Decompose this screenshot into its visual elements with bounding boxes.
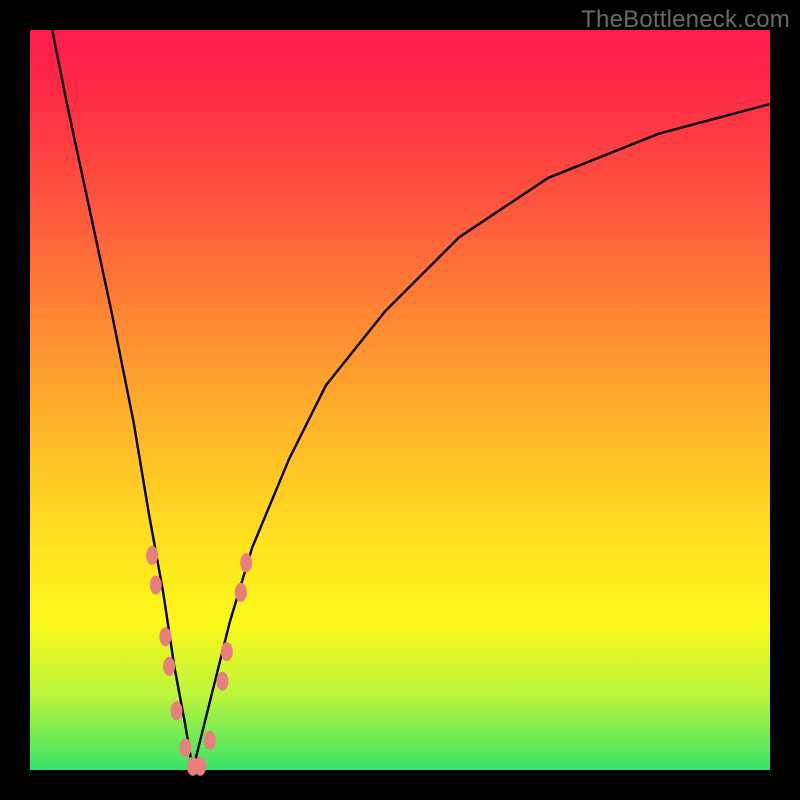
bottleneck-curve [52, 30, 770, 770]
curve-svg [30, 30, 770, 770]
pink-bead [159, 627, 171, 646]
pink-bead [235, 583, 247, 602]
pink-bead [216, 672, 228, 691]
curve-layer [52, 30, 770, 770]
pink-bead [194, 757, 206, 776]
pink-bead [179, 738, 191, 757]
pink-bead [146, 546, 158, 565]
pink-bead [204, 731, 216, 750]
pink-bead [240, 553, 252, 572]
pink-bead [150, 576, 162, 595]
pink-bead [163, 657, 175, 676]
chart-frame: TheBottleneck.com [0, 0, 800, 800]
pink-bead [221, 642, 233, 661]
pink-bead [171, 701, 183, 720]
plot-area [30, 30, 770, 770]
